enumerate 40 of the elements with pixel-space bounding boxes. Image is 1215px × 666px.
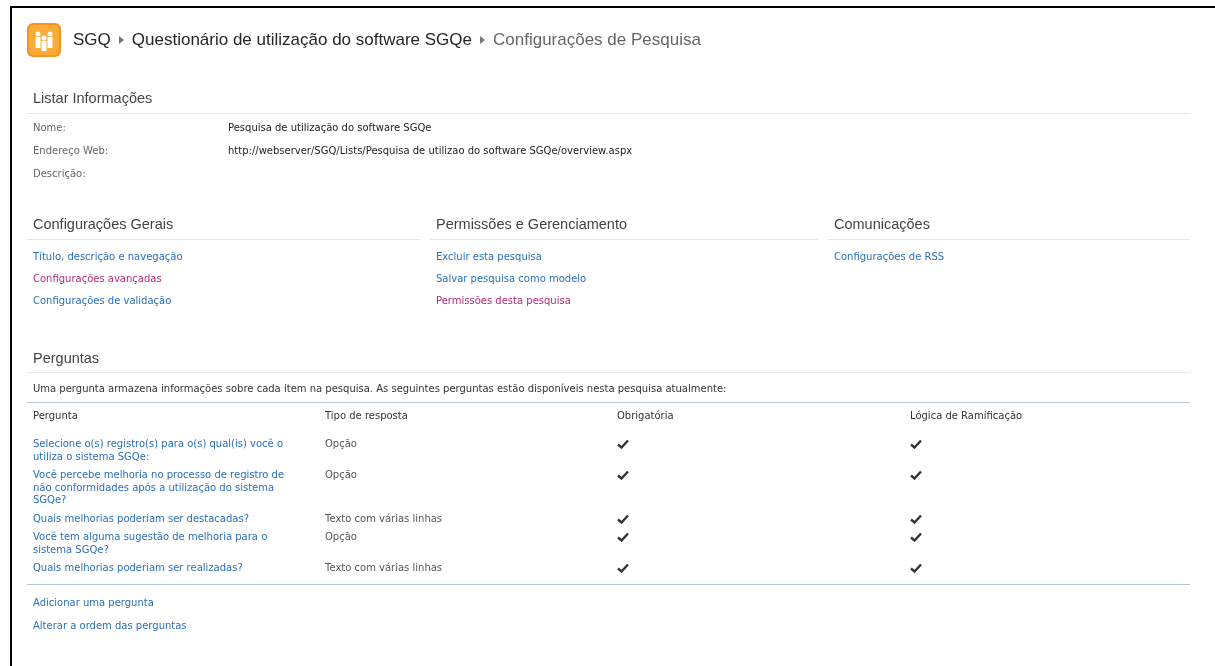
settings-link[interactable]: Permissões desta pesquisa <box>436 292 571 308</box>
settings-link[interactable]: Título, descrição e navegação <box>33 248 183 264</box>
settings-link[interactable]: Configurações de validação <box>33 292 172 308</box>
action-link[interactable]: Adicionar uma pergunta <box>33 594 154 610</box>
question-link[interactable]: Você percebe melhoria no processo de registro de não conformidades após a utilização do sistema SGQe? <box>33 469 325 507</box>
table-cell-text: Opção <box>325 438 358 452</box>
chevron-icon <box>480 36 485 44</box>
section-heading: Permissões e Gerenciamento <box>430 213 818 240</box>
settings-link[interactable]: Excluir esta pesquisa <box>436 248 542 264</box>
settings-link[interactable]: Salvar pesquisa como modelo <box>436 270 587 286</box>
description-text: Uma pergunta armazena informações sobre cada item na pesquisa. As seguintes perguntas estão disponíveis nesta pesquisa atualmente: <box>32 382 728 397</box>
field-label: Descrição: <box>33 167 87 182</box>
field-label: Nome: <box>33 121 67 136</box>
settings-link[interactable]: Configurações avançadas <box>33 270 162 286</box>
table-cell-text: Opção <box>325 531 358 545</box>
action-link[interactable]: Alterar a ordem das perguntas <box>33 617 187 633</box>
column-header: Lógica de Ramificação <box>910 409 1024 424</box>
column-header: Tipo de resposta <box>325 409 409 424</box>
question-link[interactable]: Você tem alguma sugestão de melhoria para o sistema SGQe? <box>33 531 325 557</box>
settings-link[interactable]: Configurações de RSS <box>834 248 945 264</box>
field-label: Endereço Web: <box>33 144 110 159</box>
people-logo-icon <box>27 23 61 57</box>
chevron-icon <box>118 36 124 44</box>
table-cell-text: Opção <box>325 469 358 483</box>
section-heading: Comunicações <box>828 213 1190 240</box>
page-title: Configurações de Pesquisa <box>493 29 701 52</box>
breadcrumb-link[interactable]: SGQ <box>73 27 111 53</box>
column-header: Pergunta <box>33 409 79 424</box>
section-heading: Perguntas <box>27 347 1190 374</box>
table-cell-text: Texto com várias linhas <box>325 512 444 526</box>
question-link[interactable]: Quais melhorias poderiam ser realizadas? <box>33 562 325 575</box>
question-link[interactable]: Selecione o(s) registro(s) para o(s) qual(is) você o utiliza o sistema SGQe: <box>33 438 325 464</box>
table-cell-text: Texto com várias linhas <box>325 562 444 575</box>
breadcrumb-link[interactable]: Questionário de utilização do software SGQe <box>131 27 472 53</box>
section-heading: Configurações Gerais <box>27 213 420 240</box>
section-heading: Listar Informações <box>27 88 1190 114</box>
column-header: Obrigatória <box>617 409 675 424</box>
field-value: http://webserver/SGQ/Lists/Pesquisa de utilizao do software SGQe/overview.aspx <box>228 144 633 159</box>
field-value: Pesquisa de utilização do software SGQe <box>228 121 432 136</box>
question-link[interactable]: Quais melhorias poderiam ser destacadas? <box>33 512 325 526</box>
